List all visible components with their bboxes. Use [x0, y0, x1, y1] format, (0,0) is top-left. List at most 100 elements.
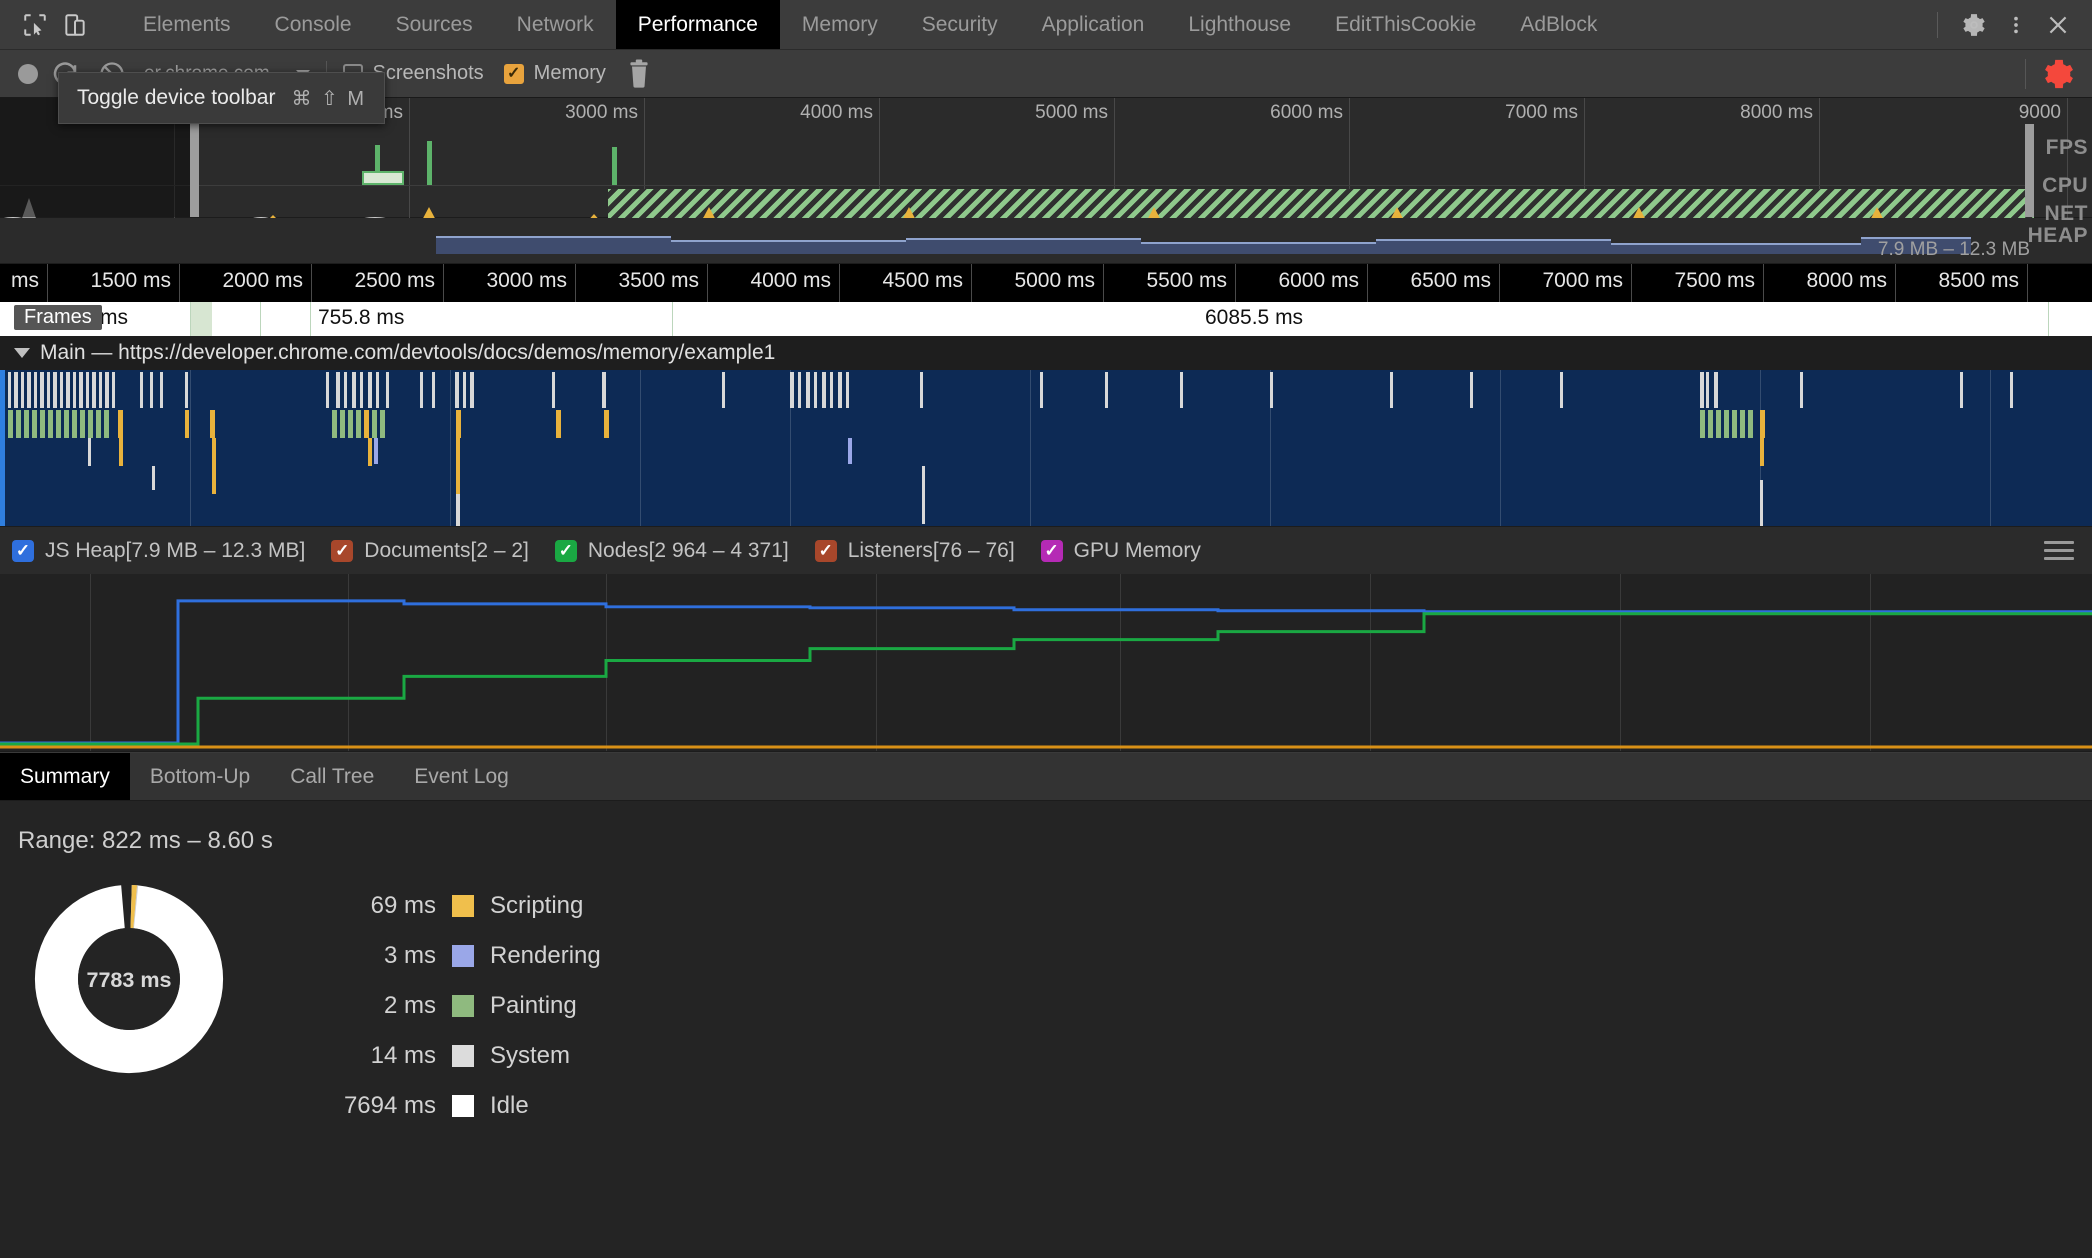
counter-toggle-js-heap[interactable]: JS Heap[7.9 MB – 12.3 MB] [12, 539, 305, 563]
heap-lane-labels: NET HEAP [2028, 202, 2092, 263]
counter-toggle-listeners[interactable]: Listeners[76 – 76] [814, 538, 1015, 563]
frames-track[interactable]: ms 755.8 ms 6085.5 ms Frames [0, 302, 2092, 336]
ruler-tick-label: 4500 ms [882, 269, 963, 292]
memory-counters-graph[interactable] [0, 574, 2092, 752]
memory-checkbox[interactable]: Memory [503, 62, 606, 85]
tab-sources[interactable]: Sources [374, 0, 495, 49]
overview-tick-label: 8000 ms [1740, 102, 1813, 123]
ruler-tick-label: 2000 ms [222, 269, 303, 292]
tab-call-tree-label: Call Tree [290, 764, 375, 788]
rendering-swatch [452, 945, 474, 967]
tabbar-right-divider [1937, 11, 1938, 38]
main-track-header[interactable]: Main — https://developer.chrome.com/devt… [0, 336, 2092, 370]
collapse-caret-icon[interactable] [14, 348, 30, 358]
performance-drawer: Summary Bottom-Up Call Tree Event Log Ra… [0, 752, 2092, 1258]
js-heap-series [0, 599, 2092, 745]
ruler-tick-label: 1500 ms [90, 269, 171, 292]
tab-lighthouse-label: Lighthouse [1188, 12, 1292, 36]
overview-heap-lane[interactable]: NET HEAP 7.9 MB – 12.3 MB [0, 202, 2092, 264]
tab-application[interactable]: Application [1020, 0, 1167, 49]
summary-range-label: Range: 822 ms – 8.60 s [18, 827, 273, 854]
counters-plot [0, 599, 2092, 749]
main-thread-track[interactable]: Main — https://developer.chrome.com/devt… [0, 336, 2092, 526]
tab-summary[interactable]: Summary [0, 753, 130, 800]
toggle-device-toolbar-icon[interactable] [58, 8, 92, 42]
summary-donut-chart: 7783 ms [0, 881, 250, 1077]
ruler-tick-label: 2500 ms [354, 269, 435, 292]
tab-console[interactable]: Console [253, 0, 374, 49]
nodes-label: Nodes[2 964 – 4 371] [587, 538, 789, 562]
ruler-tick-label: 3000 ms [486, 269, 567, 292]
listeners-label: Listeners[76 – 76] [847, 538, 1015, 562]
idle-value: 7694 ms [343, 1092, 436, 1119]
frame-duration-label: ms [100, 306, 128, 329]
gpu-memory-checkbox [1040, 539, 1063, 562]
capture-settings-icon[interactable] [2042, 57, 2076, 91]
overview-selection-handle-left[interactable] [190, 124, 199, 217]
tab-performance[interactable]: Performance [615, 0, 780, 49]
counter-toggle-gpu-memory[interactable]: GPU Memory [1040, 539, 1201, 563]
toggle-device-toolbar-tooltip: Toggle device toolbar ⌘ ⇧ M [58, 72, 385, 124]
tab-elements[interactable]: Elements [121, 0, 253, 49]
js-heap-checkbox [12, 539, 34, 562]
gear-icon[interactable] [1954, 5, 1994, 45]
memory-label: Memory [533, 62, 606, 84]
tab-network[interactable]: Network [495, 0, 616, 49]
ruler-tick-label: 8000 ms [1806, 269, 1887, 292]
ruler-tick-label: 6000 ms [1278, 269, 1359, 292]
memory-counters-legend: JS Heap[7.9 MB – 12.3 MB] Documents[2 – … [0, 526, 2092, 574]
tab-event-log[interactable]: Event Log [394, 753, 529, 800]
tab-editthiscookie[interactable]: EditThisCookie [1313, 0, 1498, 49]
flame-chart-canvas[interactable] [0, 370, 2092, 526]
more-vertical-icon[interactable] [1996, 5, 2036, 45]
painting-value: 2 ms [383, 992, 436, 1019]
tab-adblock[interactable]: AdBlock [1498, 0, 1619, 49]
overview-selection-handle-right[interactable] [2025, 124, 2034, 217]
flame-chart-events [8, 372, 2013, 526]
legend-row-idle: 7694 ms Idle [296, 1081, 601, 1131]
ruler-tick-label: 6500 ms [1410, 269, 1491, 292]
screenshots-label: Screenshots [372, 62, 484, 84]
frame-duration-label: 6085.5 ms [1205, 306, 1304, 329]
record-button[interactable] [18, 63, 38, 84]
hamburger-menu-icon[interactable] [2044, 541, 2074, 560]
overview-graphs [0, 124, 2034, 224]
legend-row-painting: 2 ms Painting [296, 981, 601, 1031]
legend-row-rendering: 3 ms Rendering [296, 931, 601, 981]
ruler-tick-label: 3500 ms [618, 269, 699, 292]
ruler-tick-label: 5000 ms [1014, 269, 1095, 292]
tabbar-right-controls [1931, 0, 2092, 49]
tab-bottom-up[interactable]: Bottom-Up [130, 753, 270, 800]
frames-track-badge: Frames [14, 305, 102, 330]
nodes-series [0, 612, 2092, 746]
tabbar-tool-icons [0, 0, 121, 49]
js-heap-label: JS Heap[7.9 MB – 12.3 MB] [45, 538, 306, 562]
tab-bottom-up-label: Bottom-Up [149, 764, 251, 788]
counter-toggle-documents[interactable]: Documents[2 – 2] [331, 539, 529, 563]
main-track-title: Main — https://developer.chrome.com/devt… [40, 341, 776, 364]
counter-toggle-nodes[interactable]: Nodes[2 964 – 4 371] [554, 538, 789, 563]
tab-security[interactable]: Security [900, 0, 1020, 49]
donut-center-label: 7783 ms [86, 967, 171, 992]
legend-row-scripting: 69 ms Scripting [296, 881, 601, 931]
scripting-label: Scripting [490, 892, 584, 919]
tab-performance-label: Performance [637, 12, 758, 36]
tab-lighthouse[interactable]: Lighthouse [1166, 0, 1313, 49]
drawer-tabs: Summary Bottom-Up Call Tree Event Log [0, 753, 2092, 801]
devtools-window: Elements Console Sources Network Perform… [0, 0, 2092, 1258]
system-swatch [452, 1045, 474, 1067]
ruler-tick-label: 8500 ms [1938, 269, 2019, 292]
inspect-element-icon[interactable] [18, 8, 52, 42]
tab-call-tree[interactable]: Call Tree [270, 753, 394, 800]
fps-lane-label: FPS [2045, 136, 2088, 159]
system-value: 14 ms [370, 1042, 436, 1069]
tab-application-label: Application [1041, 12, 1145, 36]
collect-garbage-icon[interactable] [626, 59, 652, 89]
tab-memory-label: Memory [801, 12, 878, 36]
painting-swatch [452, 995, 474, 1017]
tab-memory[interactable]: Memory [780, 0, 900, 49]
overview-tick-label: 7000 ms [1505, 102, 1578, 123]
tab-console-label: Console [274, 12, 352, 36]
close-icon[interactable] [2038, 5, 2078, 45]
scripting-swatch [452, 895, 474, 917]
